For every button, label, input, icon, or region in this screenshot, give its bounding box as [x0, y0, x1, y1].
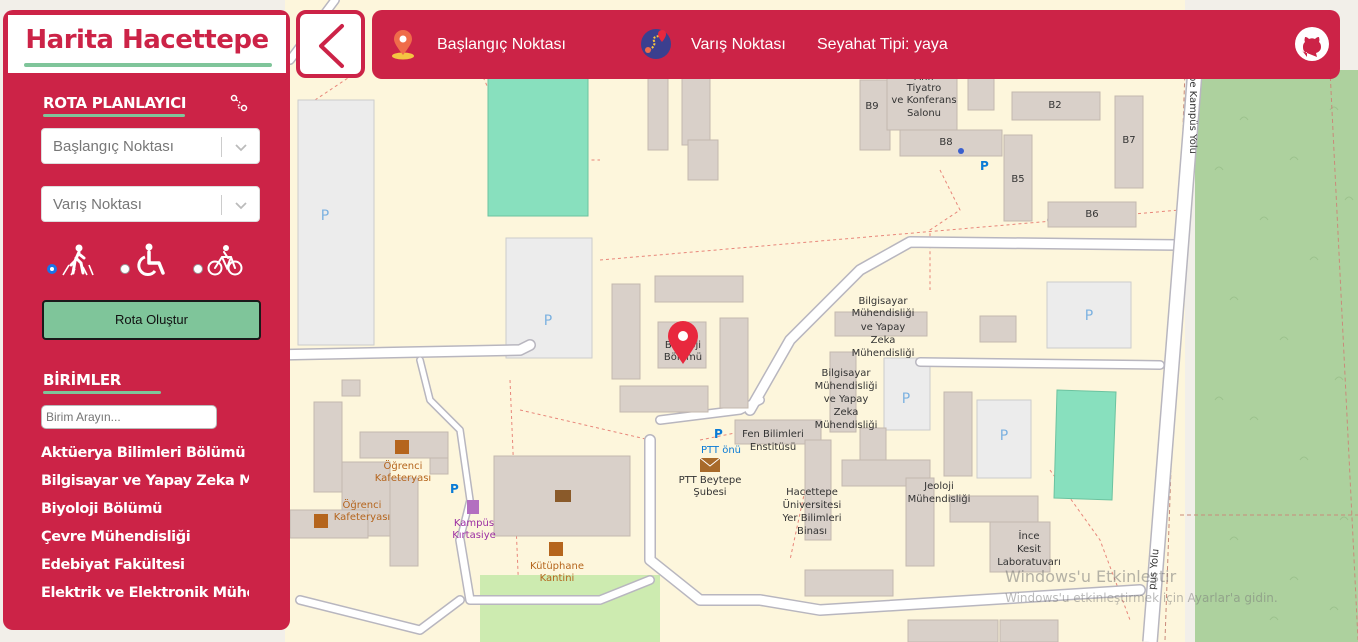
create-route-button[interactable]: Rota Oluştur — [42, 300, 261, 340]
svg-text:P: P — [544, 313, 552, 329]
svg-text:Mühendisliği: Mühendisliği — [815, 419, 878, 431]
svg-text:Yer Bilimleri: Yer Bilimleri — [782, 513, 842, 524]
end-point-select[interactable]: Varış Noktası — [41, 186, 260, 222]
end-point-placeholder: Varış Noktası — [53, 196, 142, 213]
unit-list-item[interactable]: Çevre Mühendisliği — [41, 529, 249, 545]
svg-text:B6: B6 — [1085, 209, 1098, 220]
header-end-label[interactable]: Varış Noktası — [691, 36, 786, 54]
stationery-icon — [467, 500, 479, 514]
mode-walking-radio[interactable] — [47, 264, 57, 274]
sports-pitch — [1053, 389, 1117, 501]
svg-text:P: P — [902, 391, 910, 407]
svg-text:Öğrenci: Öğrenci — [343, 498, 382, 511]
top-bar: Başlangıç Noktası Varış Noktası Seyahat … — [372, 10, 1340, 79]
start-location-icon — [392, 30, 414, 60]
mode-bicycle-radio[interactable] — [193, 264, 203, 274]
bicycle-icon[interactable] — [207, 243, 243, 277]
svg-text:Mühendisliği: Mühendisliği — [815, 380, 878, 392]
unit-list-item[interactable]: Elektrik ve Elektronik Mühendisliği — [41, 585, 249, 601]
svg-text:PTT önü: PTT önü — [701, 445, 741, 456]
title-underline — [24, 63, 272, 67]
chevron-down-icon[interactable] — [233, 139, 249, 155]
svg-text:Hacettepe: Hacettepe — [786, 487, 838, 498]
units-title: BİRİMLER — [43, 371, 122, 389]
svg-text:Kesit: Kesit — [1017, 544, 1041, 555]
svg-text:Kırtasiye: Kırtasiye — [452, 530, 496, 541]
svg-text:ve Konferans: ve Konferans — [891, 95, 956, 106]
route-planner-title: ROTA PLANLAYICI — [43, 94, 187, 112]
svg-text:Öğrenci: Öğrenci — [384, 459, 423, 472]
svg-text:Kampüs: Kampüs — [454, 518, 494, 529]
svg-text:Zeka: Zeka — [871, 335, 896, 346]
select-separator — [221, 137, 222, 157]
library-icon — [555, 490, 571, 502]
unit-list-item[interactable]: Bilgisayar ve Yapay Zeka Mühendisliği — [41, 473, 249, 489]
svg-text:B2: B2 — [1048, 100, 1061, 111]
chevron-down-icon[interactable] — [233, 197, 249, 213]
svg-text:PTT Beytepe: PTT Beytepe — [679, 475, 742, 486]
svg-text:Üniversitesi: Üniversitesi — [783, 498, 842, 511]
svg-text:P: P — [1085, 308, 1093, 324]
svg-text:Windows'u Etkinleştir: Windows'u Etkinleştir — [1005, 567, 1177, 586]
start-point-placeholder: Başlangıç Noktası — [53, 138, 174, 155]
svg-text:Kafeteryası: Kafeteryası — [334, 512, 390, 523]
svg-text:B8: B8 — [939, 137, 952, 148]
select-separator — [221, 195, 222, 215]
svg-text:pe Kampüs Yolu: pe Kampüs Yolu — [1187, 75, 1198, 154]
svg-text:P: P — [1000, 428, 1008, 444]
chevron-left-icon[interactable] — [314, 23, 348, 69]
header-start-label[interactable]: Başlangıç Noktası — [437, 36, 566, 54]
unit-list-item[interactable]: Biyoloji Bölümü — [41, 501, 249, 517]
github-icon[interactable] — [1294, 26, 1330, 62]
pedestrian-icon[interactable] — [61, 243, 95, 277]
unit-list-item[interactable]: Aktüerya Bilimleri Bölümü — [41, 445, 249, 461]
wheelchair-icon[interactable] — [135, 243, 167, 277]
svg-text:Kafeteryası: Kafeteryası — [375, 473, 431, 484]
restaurant-icon — [395, 440, 409, 454]
svg-text:ve Yapay: ve Yapay — [861, 322, 906, 333]
svg-text:Şubesi: Şubesi — [693, 487, 726, 498]
sports-pitch — [487, 77, 589, 217]
svg-text:B5: B5 — [1011, 174, 1024, 185]
units-underline — [43, 391, 161, 394]
svg-text:Salonu: Salonu — [907, 108, 941, 119]
svg-text:Kantini: Kantini — [540, 573, 575, 584]
route-icon — [230, 94, 248, 112]
svg-text:Binası: Binası — [797, 526, 827, 537]
restaurant-icon — [314, 514, 328, 528]
restaurant-icon — [549, 542, 563, 556]
svg-text:Kütüphane: Kütüphane — [530, 561, 584, 572]
svg-text:P: P — [321, 208, 329, 224]
bicycle-parking-icon: P — [714, 427, 723, 441]
svg-text:Bilgisayar: Bilgisayar — [821, 368, 871, 379]
destination-route-icon — [641, 29, 671, 59]
unit-list-item[interactable]: Edebiyat Fakültesi — [41, 557, 249, 573]
svg-text:İnce: İnce — [1019, 529, 1040, 542]
svg-text:B9: B9 — [865, 101, 878, 112]
svg-text:Windows'u etkinleştirmek için: Windows'u etkinleştirmek için Ayarlar'a … — [1005, 591, 1278, 605]
bicycle-parking-icon: P — [450, 482, 459, 496]
forest-area — [1195, 70, 1358, 642]
svg-text:Enstitüsü: Enstitüsü — [750, 442, 796, 453]
svg-text:Jeoloji: Jeoloji — [923, 481, 954, 492]
start-point-select[interactable]: Başlangıç Noktası — [41, 128, 260, 164]
svg-text:Tiyatro: Tiyatro — [906, 83, 942, 94]
app-title: Harita Hacettepe — [25, 25, 269, 55]
brand-header: Harita Hacettepe — [8, 15, 286, 73]
svg-text:B7: B7 — [1122, 135, 1135, 146]
mode-wheelchair-radio[interactable] — [120, 264, 130, 274]
svg-text:Mühendisliği: Mühendisliği — [852, 307, 915, 319]
svg-text:Fen Bilimleri: Fen Bilimleri — [742, 429, 804, 440]
bicycle-parking-icon: P — [980, 159, 989, 173]
svg-text:Bilgisayar: Bilgisayar — [858, 296, 908, 307]
travel-type-label: Seyahat Tipi: yaya — [817, 36, 948, 53]
unit-search-input[interactable] — [41, 405, 217, 429]
route-planner-underline — [43, 114, 185, 117]
svg-text:ve Yapay: ve Yapay — [824, 394, 869, 405]
svg-text:Mühendisliği: Mühendisliği — [852, 347, 915, 359]
sidebar: Harita Hacettepe ROTA PLANLAYICI Başlang… — [3, 10, 290, 630]
svg-text:Mühendisliği: Mühendisliği — [908, 493, 971, 505]
svg-text:Zeka: Zeka — [834, 407, 859, 418]
back-button[interactable] — [296, 10, 365, 78]
